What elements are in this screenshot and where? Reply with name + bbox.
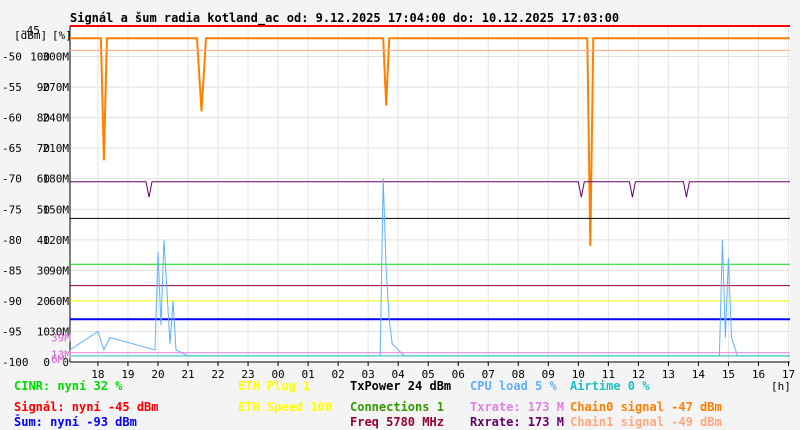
y-tick-dbm: -95 [2, 325, 22, 338]
x-axis-label: [h] [771, 380, 791, 393]
y-tick-rate: 240M [43, 112, 70, 125]
legend-entry: Connections 1 [350, 400, 444, 414]
y-tick-percent: 0 [43, 356, 50, 369]
legend-entry: ETH Speed 100 [238, 400, 332, 414]
x-tick-label: 16 [752, 368, 765, 381]
legend-entry: TxPower 24 dBm [350, 379, 451, 393]
signal-noise-chart: Signál a šum radia kotland_ac od: 9.12.2… [2, 11, 795, 429]
legend-entry: Txrate: 173 M [470, 400, 564, 414]
legend-entry: Airtime 0 % [570, 379, 650, 393]
y-tick-dbm: -85 [2, 264, 22, 277]
y-axis: -50 100300M-55 90270M-60 80240M-65 70210M-70… [2, 24, 69, 369]
legend: CINR: nyní 32 % Signál: nyní -45 dBmŠum: … [14, 379, 722, 429]
overlay-rate-label: 39M [51, 332, 71, 345]
legend-entry: Chain0 signal -47 dBm [570, 400, 722, 414]
y-tick-rate: 120M [43, 234, 70, 247]
y-tick-rate: 180M [43, 173, 70, 186]
chart-title: Signál a šum radia kotland_ac od: 9.12.2… [70, 11, 619, 26]
y-tick-dbm: -45 [20, 24, 40, 37]
x-tick-label: 19 [121, 368, 134, 381]
x-tick-label: 22 [211, 368, 224, 381]
legend-entry: Freq 5780 MHz [350, 415, 444, 429]
y-tick-dbm: -100 [2, 356, 29, 369]
y-tick-dbm: -65 [2, 142, 22, 155]
y-tick-rate: 60M [49, 295, 69, 308]
x-tick-label: 06 [452, 368, 465, 381]
x-tick-label: 02 [331, 368, 344, 381]
y-tick-rate: 90M [49, 264, 69, 277]
legend-entry: CINR: nyní 32 % [14, 379, 123, 393]
legend-entry: Rxrate: 173 M [470, 415, 564, 429]
y-tick-rate: 300M [43, 51, 70, 64]
x-tick-label: 13 [662, 368, 675, 381]
y-tick-percent: 20 [37, 295, 50, 308]
y-tick-rate: 270M [43, 81, 70, 94]
x-tick-label: 14 [692, 368, 706, 381]
y-tick-dbm: -70 [2, 173, 22, 186]
overlay-labels: 39M13M6M [51, 332, 71, 366]
y-tick-dbm: -90 [2, 295, 22, 308]
legend-entry: CPU load 5 % [470, 379, 557, 393]
y-tick-percent: 30 [37, 264, 50, 277]
y-tick-rate: 210M [43, 142, 70, 155]
x-tick-label: 20 [151, 368, 164, 381]
x-tick-label: 21 [181, 368, 194, 381]
legend-entry: ETH Plug 1 [238, 379, 310, 393]
legend-entry: Signál: nyní -45 dBm [14, 400, 159, 414]
y-tick-dbm: -80 [2, 234, 22, 247]
legend-entry: Chain1 signal -49 dBm [570, 415, 722, 429]
y-tick-rate: 150M [43, 203, 70, 216]
y-tick-dbm: -50 [2, 51, 22, 64]
legend-entry: Šum: nyní -93 dBm [14, 414, 137, 429]
y-tick-dbm: -55 [2, 81, 22, 94]
axis-label-percent: [%] [52, 29, 72, 42]
y-tick-dbm: -60 [2, 112, 22, 125]
overlay-rate-label: 6M [51, 353, 65, 366]
plot-area [70, 26, 790, 362]
y-tick-percent: 10 [37, 325, 50, 338]
y-tick-dbm: -75 [2, 203, 22, 216]
x-tick-label: 15 [722, 368, 735, 381]
